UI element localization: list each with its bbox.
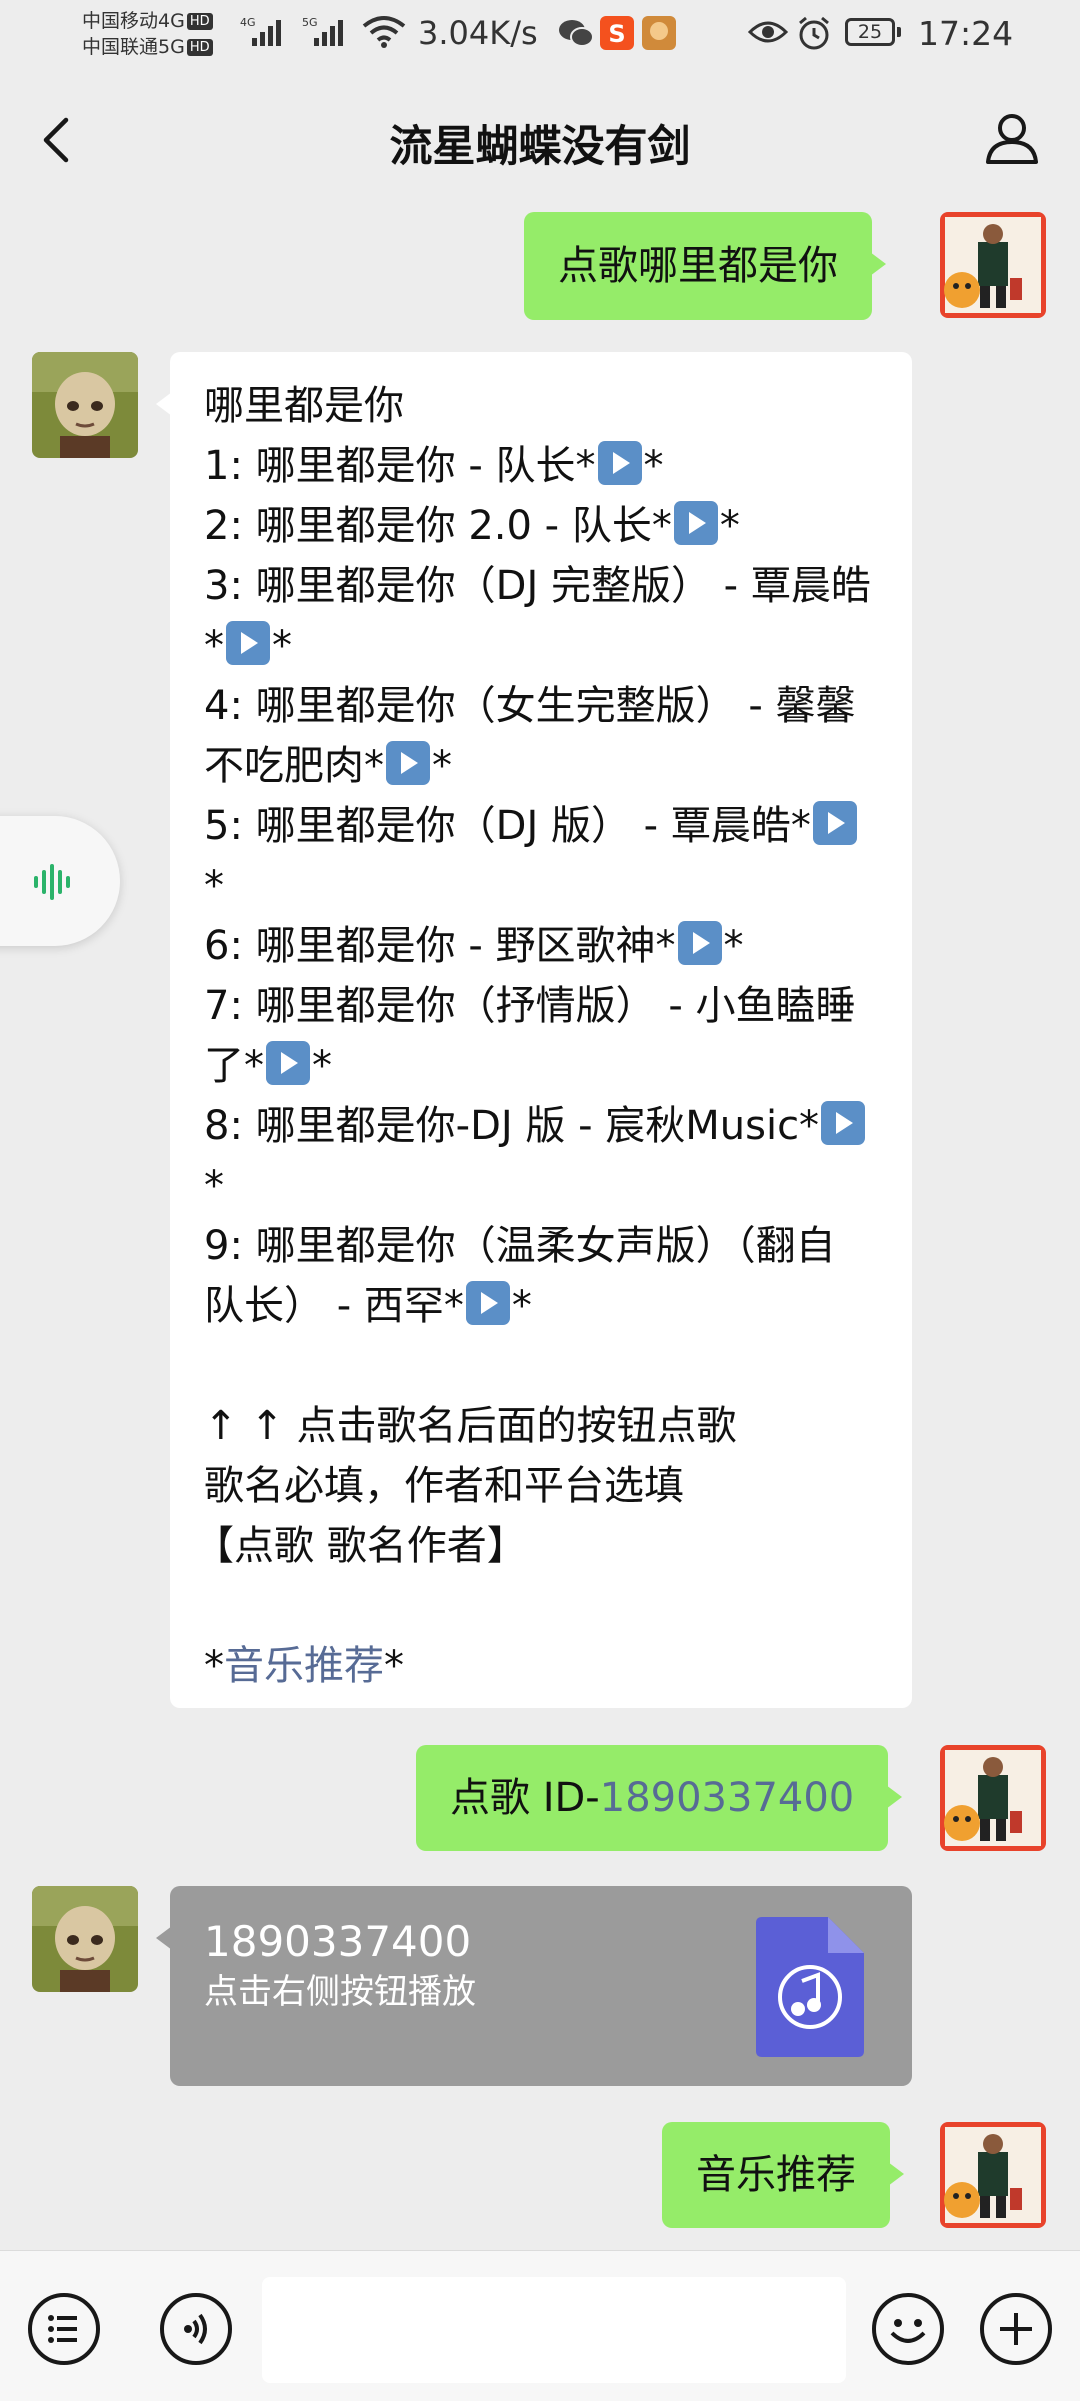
star: * bbox=[204, 863, 224, 909]
signal-icon: 4G 5G bbox=[240, 16, 343, 46]
play-button-icon[interactable] bbox=[677, 921, 722, 965]
star: * bbox=[384, 1643, 404, 1689]
song-item[interactable]: 5: 哪里都是你（DJ 版） - 覃晨皓* * bbox=[204, 796, 878, 916]
star: * bbox=[204, 1163, 224, 1209]
eye-icon bbox=[748, 21, 788, 43]
star: * bbox=[719, 503, 740, 549]
sogou-notification-icon: S bbox=[600, 16, 634, 50]
message-text: 音乐推荐 bbox=[696, 2152, 856, 2198]
star: * bbox=[272, 623, 292, 669]
game-notification-icon bbox=[642, 16, 676, 50]
song-item[interactable]: 2: 哪里都是你 2.0 - 队长* * bbox=[204, 496, 878, 556]
star: * bbox=[204, 1643, 224, 1689]
nav-bar: 流星蝴蝶没有剑 bbox=[0, 70, 1080, 206]
song-item-text: 2: 哪里都是你 2.0 - 队长* bbox=[204, 503, 672, 549]
song-id-link[interactable]: 1890337400 bbox=[600, 1775, 855, 1821]
hint-line-1: ↑ ↑ 点击歌名后面的按钮点歌 bbox=[204, 1403, 737, 1449]
svg-text:5G: 5G bbox=[302, 16, 318, 29]
music-recommend-line: *音乐推荐* bbox=[204, 1636, 878, 1696]
svg-text:S: S bbox=[608, 20, 625, 48]
song-list: 1: 哪里都是你 - 队长* * 2: 哪里都是你 2.0 - 队长* * 3: 哪里都… bbox=[204, 436, 878, 1336]
alarm-icon bbox=[799, 16, 829, 50]
song-item-text: 5: 哪里都是你（DJ 版） - 覃晨皓* bbox=[204, 803, 811, 849]
star: * bbox=[511, 1283, 532, 1329]
song-item[interactable]: 8: 哪里都是你-DJ 版 - 宸秋Music* * bbox=[204, 1096, 878, 1216]
star: * bbox=[723, 923, 744, 969]
music-file-icon[interactable] bbox=[756, 1917, 864, 2057]
bot-avatar[interactable] bbox=[32, 352, 138, 458]
play-button-icon[interactable] bbox=[226, 621, 270, 665]
play-button-icon[interactable] bbox=[673, 501, 718, 545]
message-prefix: 点歌 ID- bbox=[450, 1775, 600, 1821]
input-bar bbox=[0, 2250, 1080, 2401]
list-icon bbox=[48, 2315, 77, 2343]
song-item-text: 4: 哪里都是你（女生完整版） - 馨馨不吃肥肉* bbox=[204, 683, 856, 789]
play-button-icon[interactable] bbox=[812, 801, 857, 845]
music-card-subtitle: 点击右侧按钮播放 bbox=[204, 1972, 476, 2012]
song-item[interactable]: 6: 哪里都是你 - 野区歌神* * bbox=[204, 916, 878, 976]
chat-title: 流星蝴蝶没有剑 bbox=[389, 122, 691, 172]
hint-line-2: 歌名必填，作者和平台选填 bbox=[204, 1463, 684, 1509]
message-bubble-sent[interactable]: 音乐推荐 bbox=[662, 2122, 904, 2228]
contact-icon[interactable] bbox=[982, 108, 1042, 168]
my-avatar[interactable] bbox=[940, 2122, 1046, 2228]
add-icon bbox=[1000, 2313, 1032, 2345]
music-card-title: 1890337400 bbox=[204, 1917, 472, 1966]
star: * bbox=[643, 443, 664, 489]
floating-voice-button[interactable] bbox=[0, 816, 120, 946]
my-avatar[interactable] bbox=[940, 212, 1046, 318]
voice-input-icon bbox=[184, 2313, 207, 2345]
status-time: 17:24 bbox=[918, 14, 1014, 53]
song-item-text: 1: 哪里都是你 - 队长* bbox=[204, 443, 596, 489]
net-speed: 3.04K/s bbox=[418, 14, 538, 52]
wifi-icon bbox=[362, 16, 406, 48]
play-button-icon[interactable] bbox=[821, 1101, 866, 1145]
song-item[interactable]: 7: 哪里都是你（抒情版） - 小鱼瞌睡了* * bbox=[204, 976, 878, 1096]
emoji-button[interactable] bbox=[872, 2293, 944, 2365]
hint-line-3: 【点歌 歌名作者】 bbox=[194, 1523, 527, 1569]
hd-badge-1: HD bbox=[186, 13, 213, 30]
emoji-icon bbox=[890, 2319, 926, 2343]
my-avatar[interactable] bbox=[940, 1745, 1046, 1851]
add-button[interactable] bbox=[980, 2293, 1052, 2365]
song-item[interactable]: 1: 哪里都是你 - 队长* * bbox=[204, 436, 878, 496]
star: * bbox=[432, 743, 452, 789]
svg-text:4G: 4G bbox=[240, 16, 256, 29]
star: * bbox=[312, 1043, 332, 1089]
wechat-notification-icon bbox=[559, 20, 594, 47]
song-item[interactable]: 3: 哪里都是你（DJ 完整版） - 覃晨皓* * bbox=[204, 556, 878, 676]
menu-list-button[interactable] bbox=[28, 2293, 100, 2365]
message-bubble-sent[interactable]: 点歌哪里都是你 bbox=[524, 212, 886, 320]
play-button-icon[interactable] bbox=[465, 1281, 510, 1325]
voice-input-button[interactable] bbox=[160, 2293, 232, 2365]
battery-indicator: 25 bbox=[845, 18, 901, 46]
song-item-text: 6: 哪里都是你 - 野区歌神* bbox=[204, 923, 676, 969]
hd-badge-2: HD bbox=[186, 39, 213, 56]
status-bar: 中国移动4G HD 中国联通5G HD 4G 5G 3.04K/s S 25 17:… bbox=[0, 0, 1080, 70]
play-button-icon[interactable] bbox=[386, 741, 430, 785]
music-recommend-link[interactable]: 音乐推荐 bbox=[224, 1643, 384, 1689]
play-button-icon[interactable] bbox=[266, 1041, 310, 1085]
carrier-1: 中国移动4G bbox=[82, 10, 185, 32]
play-button-icon[interactable] bbox=[597, 441, 642, 485]
bot-avatar[interactable] bbox=[32, 1886, 138, 1992]
message-bubble-song-list[interactable]: 哪里都是你 1: 哪里都是你 - 队长* * 2: 哪里都是你 2.0 - 队长* *… bbox=[156, 352, 912, 1708]
song-item[interactable]: 4: 哪里都是你（女生完整版） - 馨馨不吃肥肉* * bbox=[204, 676, 878, 796]
carrier-2: 中国联通5G bbox=[82, 36, 185, 58]
song-item-text: 3: 哪里都是你（DJ 完整版） - 覃晨皓* bbox=[204, 563, 871, 669]
song-list-heading: 哪里都是你 bbox=[204, 383, 404, 429]
message-input[interactable] bbox=[262, 2277, 846, 2383]
song-item-text: 8: 哪里都是你-DJ 版 - 宸秋Music* bbox=[204, 1103, 820, 1149]
voice-wave-icon bbox=[34, 864, 70, 900]
carrier-info: 中国移动4G HD 中国联通5G HD bbox=[82, 8, 213, 60]
song-item[interactable]: 9: 哪里都是你（温柔女声版）（翻自 队长） - 西罕* * bbox=[204, 1216, 878, 1336]
message-bubble-sent[interactable]: 点歌 ID-1890337400 bbox=[416, 1745, 903, 1851]
message-text: 点歌哪里都是你 bbox=[558, 243, 838, 289]
